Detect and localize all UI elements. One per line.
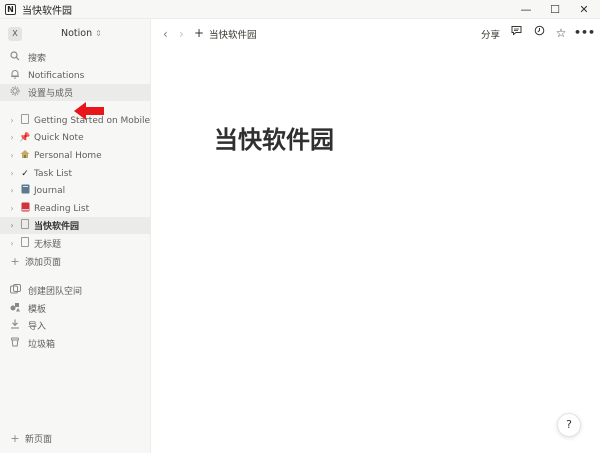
plus-icon: +: [10, 432, 20, 445]
teamspace-icon: [9, 284, 21, 297]
sidebar-page-label: Quick Note: [34, 132, 84, 143]
template-icon: [9, 302, 21, 315]
pin-icon: 📌: [19, 132, 31, 143]
chevron-right-icon[interactable]: ›: [8, 133, 16, 142]
sidebar-item-label: 模板: [28, 305, 47, 315]
sidebar: X Notion ⇕ 搜索 Notifications 设置与成员 › Gett…: [0, 19, 151, 453]
chevron-right-icon[interactable]: ›: [8, 221, 16, 230]
help-button[interactable]: ?: [557, 413, 581, 437]
new-page-label: 新页面: [25, 435, 53, 445]
breadcrumb[interactable]: 当快软件园: [209, 27, 257, 41]
sidebar-page-label: 无标题: [34, 240, 62, 250]
back-arrow-icon[interactable]: ‹: [163, 27, 168, 41]
sidebar-page-label: Personal Home: [34, 150, 102, 161]
search-icon: [9, 51, 21, 64]
sidebar-page-untitled[interactable]: › 无标题: [0, 235, 151, 252]
plus-icon: +: [10, 255, 20, 268]
star-icon[interactable]: ☆: [553, 25, 569, 41]
window-title: 当快软件园: [22, 5, 72, 17]
workspace-avatar: X: [8, 27, 22, 41]
house-icon: [19, 149, 31, 162]
page-title[interactable]: 当快软件园: [214, 120, 334, 155]
page-icon: [19, 219, 31, 231]
workspace-name: Notion ⇕: [61, 28, 102, 39]
sidebar-page-label: Getting Started on Mobile: [34, 115, 151, 126]
forward-arrow-icon[interactable]: ›: [179, 27, 184, 41]
add-page-label: 添加页面: [25, 258, 62, 268]
share-button[interactable]: 分享: [481, 27, 500, 41]
chevron-right-icon[interactable]: ›: [8, 204, 16, 213]
new-page-button[interactable]: + 新页面: [0, 430, 151, 447]
sidebar-page-label: 当快软件园: [34, 222, 80, 232]
import-icon: [9, 319, 21, 332]
page-topbar: ‹ › + 当快软件园 分享 ☆ •••: [151, 19, 600, 49]
maximize-button[interactable]: ☐: [541, 0, 569, 19]
window-titlebar: N 当快软件园 — ☐ ✕: [0, 0, 600, 19]
sidebar-item-label: 设置与成员: [28, 89, 74, 99]
chevron-right-icon[interactable]: ›: [8, 116, 16, 125]
sidebar-page-getting-started[interactable]: › Getting Started on Mobile: [0, 112, 151, 129]
book-icon: [19, 202, 31, 215]
chevron-right-icon[interactable]: ›: [8, 239, 16, 248]
history-clock-icon[interactable]: [531, 25, 547, 41]
chevron-right-icon[interactable]: ›: [8, 169, 16, 178]
sidebar-item-label: 创建团队空间: [28, 287, 83, 297]
main-content: ‹ › + 当快软件园 分享 ☆ ••• 当快软件园 ?: [151, 19, 600, 453]
sidebar-page-label: Task List: [34, 168, 73, 179]
sidebar-item-label: Notifications: [28, 70, 85, 81]
chevron-right-icon[interactable]: ›: [8, 186, 16, 195]
sidebar-page-dangkuai[interactable]: › 当快软件园: [0, 217, 151, 234]
sidebar-page-label: Journal: [34, 185, 66, 196]
close-button[interactable]: ✕: [570, 0, 598, 19]
sidebar-page-label: Reading List: [34, 203, 90, 214]
check-icon: ✓: [21, 168, 29, 179]
notion-app-icon: N: [5, 3, 16, 15]
page-icon: [19, 114, 31, 126]
sidebar-item-search[interactable]: 搜索: [0, 49, 151, 66]
gear-icon: [9, 86, 21, 99]
add-icon[interactable]: +: [194, 26, 204, 40]
sidebar-page-reading-list[interactable]: › Reading List: [0, 200, 151, 217]
sidebar-page-journal[interactable]: › Journal: [0, 182, 151, 199]
minimize-button[interactable]: —: [512, 0, 540, 19]
sidebar-item-settings[interactable]: 设置与成员: [0, 84, 151, 101]
sidebar-item-import[interactable]: 导入: [0, 317, 151, 334]
sidebar-item-create-teamspace[interactable]: 创建团队空间: [0, 282, 151, 299]
more-options-icon[interactable]: •••: [574, 25, 595, 41]
sidebar-item-notifications[interactable]: Notifications: [0, 67, 151, 84]
sidebar-item-label: 搜索: [28, 54, 47, 64]
sidebar-item-trash[interactable]: 垃圾箱: [0, 335, 151, 352]
sidebar-page-task-list[interactable]: › ✓ Task List: [0, 165, 151, 182]
workspace-switcher[interactable]: X Notion ⇕: [8, 26, 102, 42]
chevron-right-icon[interactable]: ›: [8, 151, 16, 160]
sidebar-item-templates[interactable]: 模板: [0, 300, 151, 317]
notebook-icon: [19, 184, 31, 197]
trash-icon: [9, 337, 21, 350]
chevron-updown-icon: ⇕: [95, 29, 102, 38]
comment-icon[interactable]: [508, 25, 524, 41]
sidebar-item-label: 垃圾箱: [28, 340, 56, 350]
sidebar-page-personal-home[interactable]: › Personal Home: [0, 147, 151, 164]
bell-icon: [9, 69, 21, 82]
page-icon: [19, 237, 31, 249]
sidebar-page-quick-note[interactable]: › 📌 Quick Note: [0, 129, 151, 146]
add-page-button[interactable]: + 添加页面: [0, 253, 151, 270]
sidebar-item-label: 导入: [28, 322, 47, 332]
